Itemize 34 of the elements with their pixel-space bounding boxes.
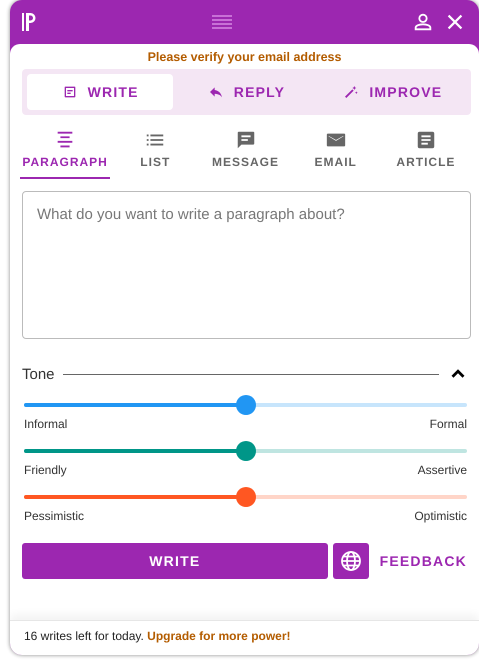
slider-thumb[interactable] <box>236 441 256 461</box>
type-tab[interactable]: ARTICLE <box>380 125 472 179</box>
feedback-button[interactable]: FEEDBACK <box>374 553 471 569</box>
slider-max-label: Formal <box>430 417 467 431</box>
language-button[interactable] <box>332 543 369 579</box>
verify-email-notice: Please verify your email address <box>146 49 342 66</box>
tone-slider[interactable] <box>24 441 467 461</box>
writes-left-message: 16 writes left for today. Upgrade for more power! <box>10 620 479 655</box>
slider-min-label: Friendly <box>24 463 67 477</box>
mode-tab[interactable]: IMPROVE <box>320 74 466 110</box>
slider-max-label: Assertive <box>418 463 467 477</box>
type-tab[interactable]: MESSAGE <box>200 125 291 179</box>
slider-min-label: Pessimistic <box>24 509 84 523</box>
tone-slider[interactable] <box>24 395 467 415</box>
tone-slider[interactable] <box>24 487 467 507</box>
write-button[interactable]: WRITE <box>22 543 328 579</box>
mode-tab[interactable]: REPLY <box>173 74 320 110</box>
globe-icon <box>338 549 363 573</box>
app-logo <box>22 13 36 31</box>
mode-tab[interactable]: WRITE <box>27 74 174 110</box>
tone-heading: Tone <box>22 366 55 382</box>
type-tab[interactable]: EMAIL <box>290 125 381 179</box>
slider-thumb[interactable] <box>236 395 256 415</box>
drag-handle-icon[interactable] <box>212 14 232 30</box>
person-icon <box>412 11 434 33</box>
type-tab[interactable]: PARAGRAPH <box>20 125 110 179</box>
slider-max-label: Optimistic <box>414 509 467 523</box>
prompt-field[interactable]: What do you want to write a paragraph about? <box>22 191 471 339</box>
magic-wand-icon <box>343 84 360 100</box>
note-icon <box>62 84 78 100</box>
slider-min-label: Informal <box>24 417 68 431</box>
type-tab[interactable]: LIST <box>110 125 200 179</box>
slider-thumb[interactable] <box>236 487 256 507</box>
chat-bubble-icon <box>234 129 256 151</box>
